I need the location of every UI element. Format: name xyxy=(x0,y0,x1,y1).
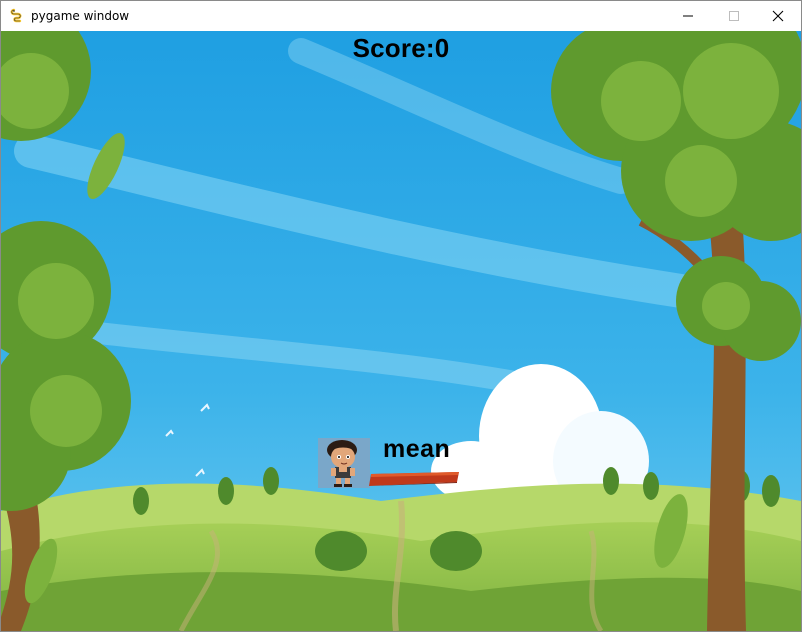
close-icon xyxy=(772,10,784,22)
window-title: pygame window xyxy=(31,9,130,23)
platform xyxy=(369,472,461,486)
maximize-icon xyxy=(728,10,740,22)
score-label: Score:0 xyxy=(352,33,450,63)
minimize-icon xyxy=(682,10,694,22)
pygame-window: pygame window Score:0 mean xyxy=(0,0,802,632)
maximize-button[interactable] xyxy=(711,1,757,31)
player-character[interactable] xyxy=(318,438,370,488)
target-word: mean xyxy=(383,435,451,463)
background-scene xyxy=(1,31,801,631)
title-bar[interactable]: pygame window xyxy=(1,1,801,31)
close-button[interactable] xyxy=(755,1,801,31)
pygame-snake-icon xyxy=(9,8,25,24)
game-canvas[interactable]: Score:0 mean xyxy=(1,31,801,631)
minimize-button[interactable] xyxy=(665,1,711,31)
